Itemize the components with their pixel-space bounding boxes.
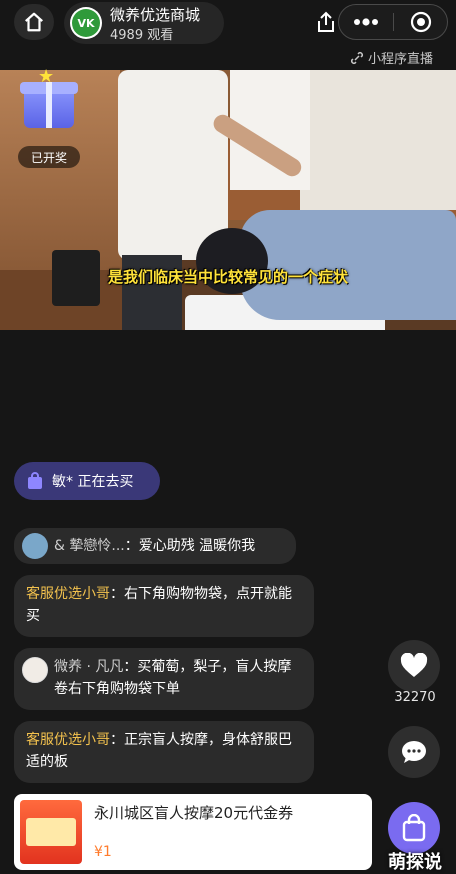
avatar <box>22 533 48 559</box>
comment-user: & 摯戀怜... <box>54 538 125 554</box>
video-patient <box>240 210 456 320</box>
comment-item: 客服优选小哥：正宗盲人按摩，身体舒服巴适的板 <box>14 721 314 783</box>
shopping-bag-button[interactable] <box>388 802 440 854</box>
video-wall-right <box>300 70 456 210</box>
product-title: 永川城区盲人按摩20元代金券 <box>94 804 294 822</box>
miniprogram-capsule <box>338 4 448 40</box>
close-button[interactable] <box>395 5 447 39</box>
channel-avatar: VK <box>70 7 102 39</box>
purchase-notice-text: 敏* 正在去买 <box>52 474 134 490</box>
lottery-status: 已开奖 <box>18 146 80 168</box>
comment-item: 微养 · 凡凡：买葡萄，梨子，盲人按摩卷右下角购物袋下单 <box>14 648 314 710</box>
product-price: ¥1 <box>94 844 112 860</box>
capsule-divider <box>393 13 394 31</box>
home-button[interactable] <box>14 4 54 40</box>
miniprogram-label-text: 小程序直播 <box>368 52 434 67</box>
shopping-bag-icon <box>402 814 426 842</box>
link-icon <box>350 51 364 64</box>
product-thumbnail <box>20 800 82 864</box>
purchase-notice: 敏* 正在去买 <box>14 462 160 500</box>
share-button[interactable] <box>311 6 341 38</box>
target-close-icon <box>410 11 432 33</box>
comment-user: 微养 · 凡凡 <box>54 659 124 675</box>
comment-sep: ： <box>124 538 139 554</box>
comment-button[interactable] <box>388 726 440 778</box>
comment-item: & 摯戀怜...：爱心助残 温暖你我 <box>14 528 296 564</box>
home-icon <box>25 12 43 32</box>
shopping-bag-icon <box>28 472 42 489</box>
comment-sep: ： <box>110 586 124 602</box>
comment-item: 客服优选小哥：右下角购物物袋，点开就能买 <box>14 575 314 637</box>
lottery-gift[interactable]: ★ 已开奖 <box>16 66 82 170</box>
like-count: 32270 <box>394 690 436 705</box>
comment-text: 爱心助残 温暖你我 <box>138 538 256 554</box>
more-button[interactable] <box>339 5 393 39</box>
product-card[interactable]: 永川城区盲人按摩20元代金券 ¥1 <box>14 794 372 870</box>
channel-name: 微养优选商城 <box>110 6 201 24</box>
video-therapist <box>118 70 228 260</box>
video-subtitle: 是我们临床当中比较常见的一个症状 <box>107 268 348 286</box>
channel-logo: VK <box>72 9 100 37</box>
comment-user: 客服优选小哥 <box>26 586 110 602</box>
avatar <box>22 657 48 683</box>
channel-info[interactable]: VK 微养优选商城 4989 观看 <box>64 2 224 44</box>
comment-sep: ： <box>123 659 138 675</box>
comment-user: 客服优选小哥 <box>26 732 110 748</box>
gift-ribbon <box>46 82 52 128</box>
more-dots-icon <box>354 18 378 26</box>
voucher-graphic <box>26 818 76 846</box>
watermark: 萌探说 <box>388 852 442 873</box>
viewer-count: 4989 观看 <box>110 28 174 43</box>
comment-sep: ： <box>110 732 124 748</box>
heart-icon <box>400 653 428 677</box>
like-button[interactable] <box>388 640 440 692</box>
speech-bubble-icon <box>402 741 426 763</box>
share-icon <box>318 11 334 32</box>
miniprogram-live-label: 小程序直播 <box>350 48 433 67</box>
